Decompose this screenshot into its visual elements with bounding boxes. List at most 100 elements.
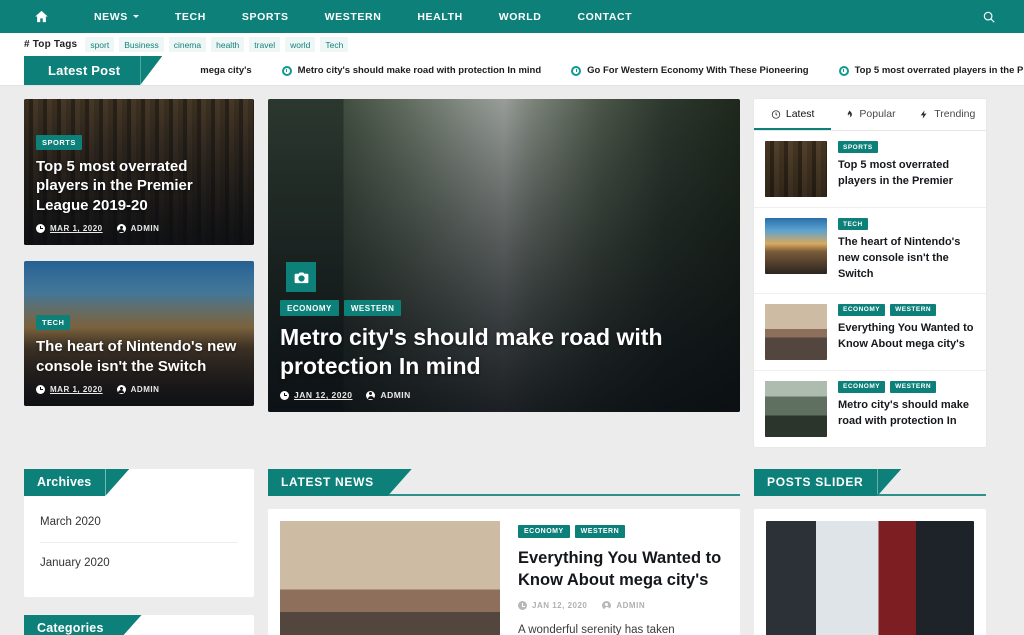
nav-item-western[interactable]: WESTERN [307, 11, 400, 23]
category-badge[interactable]: ECONOMY [280, 300, 339, 317]
category-badge[interactable]: SPORTS [36, 134, 82, 150]
hero-title: Metro city's should make road with prote… [280, 324, 663, 380]
badge-list: SPORTS [36, 134, 242, 150]
nav-item-health[interactable]: HEALTH [399, 11, 480, 23]
posts-slider-title: POSTS SLIDER [754, 468, 878, 496]
list-item[interactable]: ECONOMY WESTERN Metro city's should make… [754, 371, 986, 447]
category-badge[interactable]: ECONOMY [518, 524, 570, 538]
slider-image [766, 520, 974, 635]
secondary-grid: Archives March 2020 January 2020 Categor… [0, 447, 1024, 635]
ticker-item[interactable]: Top 5 most overrated players in the Prem… [838, 65, 1024, 76]
post-author: ADMIN [366, 390, 410, 400]
camera-icon[interactable] [286, 262, 316, 292]
ticker-item-label: Top 5 most overrated players in the Prem… [854, 65, 1024, 76]
news-image [280, 520, 500, 635]
tab-trending[interactable]: Trending [909, 99, 986, 130]
section-divider [754, 493, 986, 496]
nav-item-sports[interactable]: SPORTS [224, 11, 307, 23]
badge-list: SPORTS [838, 141, 975, 153]
post-meta: JAN 12, 2020 ADMIN [518, 601, 728, 611]
nav-item-world-label: WORLD [498, 10, 542, 23]
tag-business[interactable]: Business [119, 37, 164, 52]
ticker-item[interactable]: mega city's [200, 65, 251, 76]
category-badge[interactable]: TECH [838, 218, 868, 230]
hero-center-column: ECONOMY WESTERN Metro city's should make… [268, 99, 740, 447]
post-title: Everything You Wanted to Know About mega… [838, 321, 974, 350]
posts-slider-panel[interactable] [754, 508, 986, 635]
post-date-label: JAN 12, 2020 [294, 390, 353, 400]
post-date: JAN 12, 2020 [280, 390, 352, 400]
post-author: ADMIN [602, 601, 646, 611]
bolt-icon [920, 109, 927, 119]
clock-icon [838, 65, 849, 76]
category-badge[interactable]: ECONOMY [838, 380, 886, 393]
category-badge[interactable]: ECONOMY [838, 303, 886, 316]
latest-news-header: LATEST NEWS [268, 468, 740, 496]
archive-item-march-2020[interactable]: March 2020 [40, 502, 238, 543]
nav-item-news[interactable]: NEWS [76, 11, 157, 23]
archive-item-january-2020[interactable]: January 2020 [40, 543, 238, 583]
post-title: Metro city's should make road with prote… [838, 398, 969, 427]
post-thumbnail [765, 218, 827, 274]
search-icon[interactable] [976, 4, 1002, 30]
user-icon [116, 385, 126, 394]
chevron-down-icon [132, 15, 139, 18]
post-author: ADMIN [116, 385, 160, 394]
feature-card-sports[interactable]: SPORTS Top 5 most overrated players in t… [24, 99, 254, 245]
tag-sport[interactable]: sport [85, 37, 115, 52]
ticker-item[interactable]: Metro city's should make road with prote… [281, 65, 541, 76]
badge-list: ECONOMY WESTERN [838, 380, 975, 393]
nav-item-world[interactable]: WORLD [481, 11, 560, 23]
home-icon[interactable] [24, 9, 58, 24]
posts-slider-section: POSTS SLIDER [754, 468, 986, 635]
tag-tech[interactable]: Tech [320, 37, 349, 52]
category-badge[interactable]: WESTERN [890, 303, 937, 316]
latest-news-title: LATEST NEWS [268, 468, 388, 496]
feature-title: The heart of Nintendo's new console isn'… [36, 338, 237, 376]
post-author-label: ADMIN [130, 385, 160, 394]
list-item[interactable]: TECH The heart of Nintendo's new console… [754, 208, 986, 294]
nav-item-tech[interactable]: TECH [157, 11, 224, 23]
tab-latest[interactable]: Latest [754, 99, 832, 130]
fire-icon [848, 109, 853, 117]
ticker-item[interactable]: Go For Western Economy With These Pionee… [571, 65, 809, 76]
archives-list: March 2020 January 2020 [24, 496, 254, 597]
badge-list: ECONOMY WESTERN [518, 524, 728, 538]
tag-health[interactable]: health [211, 37, 245, 52]
tab-popular[interactable]: Popular [831, 99, 908, 130]
nav-item-contact[interactable]: CONTACT [559, 11, 650, 23]
nav-item-contact-label: CONTACT [577, 10, 633, 23]
latest-post-ticker: Latest Post mega city's Metro city's sho… [0, 56, 1024, 86]
badge-list: TECH [838, 218, 975, 230]
post-date: MAR 1, 2020 [36, 224, 103, 233]
hero-left-column: SPORTS Top 5 most overrated players in t… [24, 99, 254, 447]
list-item[interactable]: ECONOMY WESTERN Everything You Wanted to… [754, 294, 986, 371]
post-author: ADMIN [116, 224, 160, 233]
post-date-label: MAR 1, 2020 [50, 385, 103, 394]
category-badge[interactable]: TECH [36, 315, 71, 331]
category-badge[interactable]: WESTERN [343, 300, 402, 317]
tag-travel[interactable]: travel [249, 37, 281, 52]
tag-world[interactable]: world [285, 37, 316, 52]
news-title: Everything You Wanted to Know About mega… [518, 548, 722, 590]
post-thumbnail [765, 303, 827, 360]
list-item[interactable]: SPORTS Top 5 most overrated players in t… [754, 131, 986, 208]
hero-feature-card[interactable]: ECONOMY WESTERN Metro city's should make… [268, 99, 740, 412]
badge-list: ECONOMY WESTERN [838, 303, 975, 316]
clock-icon [281, 65, 292, 76]
archives-widget: Archives March 2020 January 2020 [24, 468, 254, 597]
category-badge[interactable]: SPORTS [838, 141, 878, 153]
categories-widget: Categories [24, 614, 254, 635]
nav-item-health-label: HEALTH [417, 10, 463, 23]
tag-cinema[interactable]: cinema [168, 37, 207, 52]
news-excerpt: A wonderful serenity has taken possessio… [518, 624, 675, 635]
clock-icon [771, 109, 781, 119]
post-author-label: ADMIN [130, 224, 160, 233]
feature-card-tech[interactable]: TECH The heart of Nintendo's new console… [24, 261, 254, 406]
category-badge[interactable]: WESTERN [574, 524, 626, 538]
news-card[interactable]: ECONOMY WESTERN Everything You Wanted to… [268, 508, 740, 635]
category-badge[interactable]: WESTERN [890, 380, 937, 393]
post-author-label: ADMIN [616, 601, 646, 611]
ticker-label: Latest Post [24, 56, 141, 85]
secondary-left-column: Archives March 2020 January 2020 Categor… [24, 468, 254, 635]
